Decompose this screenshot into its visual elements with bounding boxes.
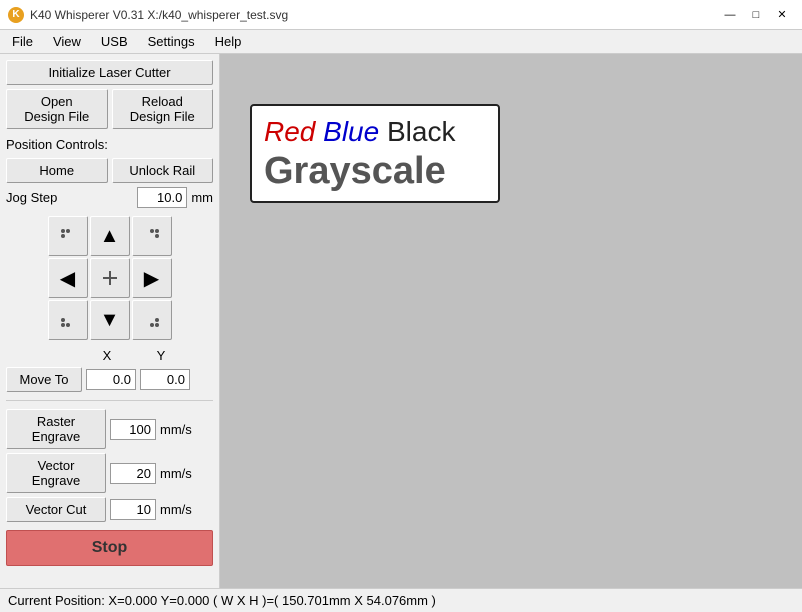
y-label: Y bbox=[136, 348, 186, 363]
design-file-buttons: Open Design File Reload Design File bbox=[6, 89, 213, 129]
app-icon: K bbox=[8, 7, 24, 23]
jog-left-button[interactable]: ◀ bbox=[48, 258, 88, 298]
menu-view[interactable]: View bbox=[45, 32, 89, 51]
vector-engrave-input[interactable] bbox=[110, 463, 156, 484]
jog-bottom-left-button[interactable] bbox=[48, 300, 88, 340]
reload-design-file-button[interactable]: Reload Design File bbox=[112, 89, 214, 129]
divider-1 bbox=[6, 400, 213, 401]
move-to-x-input[interactable] bbox=[86, 369, 136, 390]
window-title: K40 Whisperer V0.31 X:/k40_whisperer_tes… bbox=[30, 8, 288, 22]
vector-cut-input[interactable] bbox=[110, 499, 156, 520]
menu-help[interactable]: Help bbox=[207, 32, 250, 51]
maximize-button[interactable]: □ bbox=[744, 5, 768, 25]
vector-engrave-button[interactable]: Vector Engrave bbox=[6, 453, 106, 493]
move-to-y-input[interactable] bbox=[140, 369, 190, 390]
open-design-file-button[interactable]: Open Design File bbox=[6, 89, 108, 129]
raster-engrave-button[interactable]: Raster Engrave bbox=[6, 409, 106, 449]
vector-cut-button[interactable]: Vector Cut bbox=[6, 497, 106, 522]
initialize-laser-cutter-button[interactable]: Initialize Laser Cutter bbox=[6, 60, 213, 85]
jog-bottom-right-button[interactable] bbox=[132, 300, 172, 340]
menu-settings[interactable]: Settings bbox=[140, 32, 203, 51]
vector-cut-row: Vector Cut mm/s bbox=[6, 497, 213, 522]
menu-bar: File View USB Settings Help bbox=[0, 30, 802, 54]
position-controls-label: Position Controls: bbox=[6, 137, 213, 152]
menu-usb[interactable]: USB bbox=[93, 32, 136, 51]
raster-engrave-unit: mm/s bbox=[160, 422, 192, 437]
jog-grid: ▲ ◀ ▶ ▼ bbox=[48, 216, 172, 340]
status-bar: Current Position: X=0.000 Y=0.000 ( W X … bbox=[0, 588, 802, 612]
svg-preview: Red Blue Black Grayscale bbox=[250, 104, 500, 203]
jog-top-left-button[interactable] bbox=[48, 216, 88, 256]
jog-down-button[interactable]: ▼ bbox=[90, 300, 130, 340]
jog-step-label: Jog Step bbox=[6, 190, 133, 205]
unlock-rail-button[interactable]: Unlock Rail bbox=[112, 158, 214, 183]
status-text: Current Position: X=0.000 Y=0.000 ( W X … bbox=[8, 593, 436, 608]
jog-step-input[interactable] bbox=[137, 187, 187, 208]
canvas-area: Red Blue Black Grayscale bbox=[220, 54, 802, 588]
jog-top-right-button[interactable] bbox=[132, 216, 172, 256]
move-to-row: Move To bbox=[6, 367, 213, 392]
home-unlock-buttons: Home Unlock Rail bbox=[6, 158, 213, 183]
stop-button[interactable]: Stop bbox=[6, 530, 213, 566]
jog-center-button[interactable] bbox=[90, 258, 130, 298]
text-grayscale: Grayscale bbox=[264, 150, 486, 193]
vector-cut-unit: mm/s bbox=[160, 502, 192, 517]
text-red: Red bbox=[264, 116, 315, 147]
title-bar: K K40 Whisperer V0.31 X:/k40_whisperer_t… bbox=[0, 0, 802, 30]
vector-engrave-row: Vector Engrave mm/s bbox=[6, 453, 213, 493]
left-panel: Initialize Laser Cutter Open Design File… bbox=[0, 54, 220, 588]
jog-right-button[interactable]: ▶ bbox=[132, 258, 172, 298]
svg-line1: Red Blue Black bbox=[264, 114, 486, 150]
minimize-button[interactable]: — bbox=[718, 5, 742, 25]
main-area: Initialize Laser Cutter Open Design File… bbox=[0, 54, 802, 588]
menu-file[interactable]: File bbox=[4, 32, 41, 51]
vector-engrave-unit: mm/s bbox=[160, 466, 192, 481]
raster-engrave-row: Raster Engrave mm/s bbox=[6, 409, 213, 449]
jog-step-unit: mm bbox=[191, 190, 213, 205]
jog-step-row: Jog Step mm bbox=[6, 187, 213, 208]
text-black: Black bbox=[387, 116, 455, 147]
jog-up-button[interactable]: ▲ bbox=[90, 216, 130, 256]
window-controls: — □ ✕ bbox=[718, 5, 794, 25]
move-to-button[interactable]: Move To bbox=[6, 367, 82, 392]
home-button[interactable]: Home bbox=[6, 158, 108, 183]
text-blue: Blue bbox=[323, 116, 379, 147]
close-button[interactable]: ✕ bbox=[770, 5, 794, 25]
coord-labels: X Y bbox=[6, 348, 213, 363]
x-label: X bbox=[82, 348, 132, 363]
raster-engrave-input[interactable] bbox=[110, 419, 156, 440]
